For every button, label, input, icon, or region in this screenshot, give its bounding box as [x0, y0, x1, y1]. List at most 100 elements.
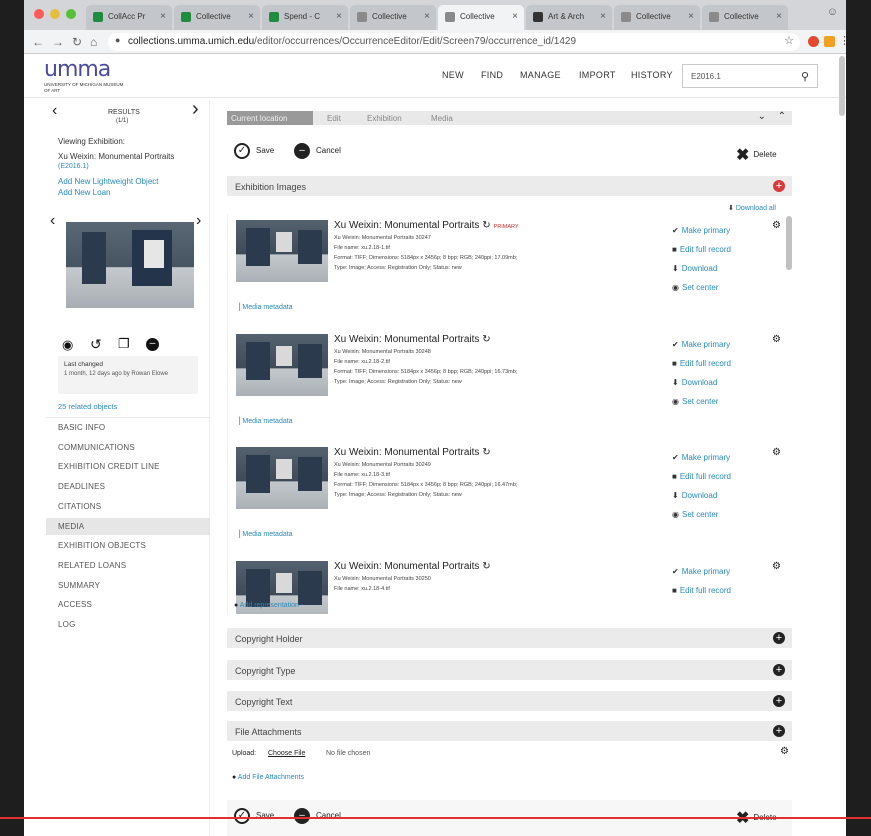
- add-loan-link[interactable]: Add New Loan: [58, 188, 110, 197]
- nav-find[interactable]: FIND: [481, 70, 503, 80]
- nav-manage[interactable]: MANAGE: [520, 70, 561, 80]
- copyright-type-panel[interactable]: Copyright Type +: [227, 660, 792, 680]
- zoom-window-button[interactable]: [66, 9, 76, 19]
- sidebar-item-exhibition-objects[interactable]: EXHIBITION OBJECTS: [58, 541, 146, 550]
- add-representation-link[interactable]: ● Add representation -: [234, 602, 303, 609]
- breadcrumb-exhibition[interactable]: Exhibition: [367, 111, 402, 125]
- close-window-button[interactable]: [34, 9, 44, 19]
- gear-icon[interactable]: ⚙: [772, 447, 781, 458]
- search-icon[interactable]: ⚲: [801, 70, 809, 83]
- media-action-make-primary[interactable]: ✔ Make primary: [672, 226, 730, 235]
- sidebar-item-media[interactable]: MEDIA: [46, 517, 210, 535]
- add-image-icon[interactable]: +: [773, 180, 785, 192]
- duplicate-icon[interactable]: ❐: [118, 336, 130, 352]
- profile-icon[interactable]: ☺: [827, 6, 838, 18]
- plus-icon[interactable]: +: [773, 695, 785, 707]
- refresh-icon[interactable]: ↺: [90, 336, 102, 353]
- media-thumbnail[interactable]: [236, 220, 328, 282]
- media-action-edit-full-record[interactable]: ■ Edit full record: [672, 472, 731, 481]
- view-icon[interactable]: ◉: [62, 337, 73, 353]
- media-action-set-center[interactable]: ◉ Set center: [672, 397, 718, 406]
- reload-icon[interactable]: ↻: [72, 35, 82, 49]
- media-action-download[interactable]: ⬇ Download: [672, 491, 717, 500]
- sidebar-item-access[interactable]: ACCESS: [58, 600, 92, 609]
- media-action-make-primary[interactable]: ✔ Make primary: [672, 453, 730, 462]
- browser-tab[interactable]: Spend - C ×: [262, 5, 348, 30]
- sidebar-item-log[interactable]: LOG: [58, 620, 76, 629]
- add-lightweight-object-link[interactable]: Add New Lightweight Object: [58, 177, 159, 186]
- media-action-download[interactable]: ⬇ Download: [672, 264, 717, 273]
- bottom-save-button[interactable]: ✓ Save: [234, 808, 274, 824]
- save-button[interactable]: ✓ Save: [234, 143, 274, 159]
- media-action-make-primary[interactable]: ✔ Make primary: [672, 567, 730, 576]
- browser-tab[interactable]: Collective ×: [614, 5, 700, 30]
- image-next-icon[interactable]: ›: [196, 212, 201, 230]
- tab-close-icon[interactable]: ×: [600, 11, 606, 22]
- sidebar-item-summary[interactable]: SUMMARY: [58, 581, 100, 590]
- gear-icon[interactable]: ⚙: [772, 334, 781, 345]
- tab-close-icon[interactable]: ×: [512, 11, 518, 22]
- choose-file-button[interactable]: Choose File: [268, 750, 305, 757]
- breadcrumb-media[interactable]: Media: [431, 111, 453, 125]
- nav-history[interactable]: HISTORY: [631, 70, 673, 80]
- extension-icon[interactable]: [808, 36, 819, 47]
- gear-icon[interactable]: ⚙: [772, 561, 781, 572]
- next-result-icon[interactable]: ›: [192, 98, 199, 121]
- sidebar-item-exhibition-credit-line[interactable]: EXHIBITION CREDIT LINE: [58, 462, 160, 471]
- media-thumbnail[interactable]: [236, 447, 328, 509]
- media-action-edit-full-record[interactable]: ■ Edit full record: [672, 586, 731, 595]
- exhibition-preview-image[interactable]: [66, 222, 194, 308]
- media-action-make-primary[interactable]: ✔ Make primary: [672, 340, 730, 349]
- media-metadata-link[interactable]: │Media metadata: [238, 418, 293, 425]
- browser-tab[interactable]: Collective ×: [702, 5, 788, 30]
- media-action-download[interactable]: ⬇ Download: [672, 378, 717, 387]
- bookmark-star-icon[interactable]: ☆: [784, 34, 794, 47]
- related-objects-link[interactable]: 25 related objects: [58, 402, 117, 411]
- add-file-attachments-link[interactable]: ● Add File Attachments: [232, 774, 304, 781]
- attachment-settings-icon[interactable]: ⚙: [780, 746, 789, 757]
- remove-icon[interactable]: –: [146, 338, 159, 351]
- tab-close-icon[interactable]: ×: [776, 11, 782, 22]
- tab-close-icon[interactable]: ×: [336, 11, 342, 22]
- nav-import[interactable]: IMPORT: [579, 70, 616, 80]
- url-field[interactable]: ● collections.umma.umich.edu/editor/occu…: [108, 33, 800, 51]
- copyright-text-panel[interactable]: Copyright Text +: [227, 691, 792, 711]
- browser-tab[interactable]: CollAcc Pr ×: [86, 5, 172, 30]
- collapse-down-icon[interactable]: ⌄: [758, 111, 766, 122]
- plus-icon[interactable]: +: [773, 632, 785, 644]
- sidebar-item-deadlines[interactable]: DEADLINES: [58, 482, 105, 491]
- image-prev-icon[interactable]: ‹: [50, 212, 55, 230]
- forward-icon[interactable]: →: [52, 35, 64, 49]
- logo[interactable]: umma: [44, 57, 111, 82]
- media-list[interactable]: Xu Weixin: Monumental Portraits ↻ PRIMARY…: [227, 214, 792, 614]
- media-scrollbar[interactable]: [786, 216, 792, 270]
- media-action-set-center[interactable]: ◉ Set center: [672, 283, 718, 292]
- collapse-up-icon[interactable]: ⌃: [778, 111, 786, 122]
- home-icon[interactable]: ⌂: [90, 35, 97, 49]
- media-thumbnail[interactable]: [236, 333, 328, 396]
- media-metadata-link[interactable]: │Media metadata: [238, 531, 293, 538]
- sidebar-item-related-loans[interactable]: RELATED LOANS: [58, 561, 126, 570]
- tab-close-icon[interactable]: ×: [248, 11, 254, 22]
- media-action-edit-full-record[interactable]: ■ Edit full record: [672, 245, 731, 254]
- gear-icon[interactable]: ⚙: [772, 220, 781, 231]
- browser-tab[interactable]: Collective ×: [350, 5, 436, 30]
- file-attachments-panel[interactable]: File Attachments +: [227, 721, 792, 741]
- cancel-button[interactable]: – Cancel: [294, 143, 341, 159]
- page-scrollbar[interactable]: [839, 56, 845, 116]
- video-progress-bar[interactable]: [0, 817, 871, 819]
- browser-tab[interactable]: Art & Arch ×: [526, 5, 612, 30]
- prev-result-icon[interactable]: ‹: [52, 102, 57, 120]
- sidebar-item-citations[interactable]: CITATIONS: [58, 502, 101, 511]
- plus-icon[interactable]: +: [773, 664, 785, 676]
- search-input[interactable]: E2016.1 ⚲: [682, 64, 818, 88]
- back-icon[interactable]: ←: [32, 35, 44, 49]
- tab-close-icon[interactable]: ×: [424, 11, 430, 22]
- tab-close-icon[interactable]: ×: [160, 11, 166, 22]
- breadcrumb-edit[interactable]: Edit: [327, 111, 341, 125]
- browser-tab[interactable]: Collective ×: [174, 5, 260, 30]
- browser-tab[interactable]: Collective ×: [438, 5, 524, 30]
- copyright-holder-panel[interactable]: Copyright Holder +: [227, 628, 792, 648]
- media-action-set-center[interactable]: ◉ Set center: [672, 510, 718, 519]
- bottom-cancel-button[interactable]: – Cancel: [294, 808, 341, 824]
